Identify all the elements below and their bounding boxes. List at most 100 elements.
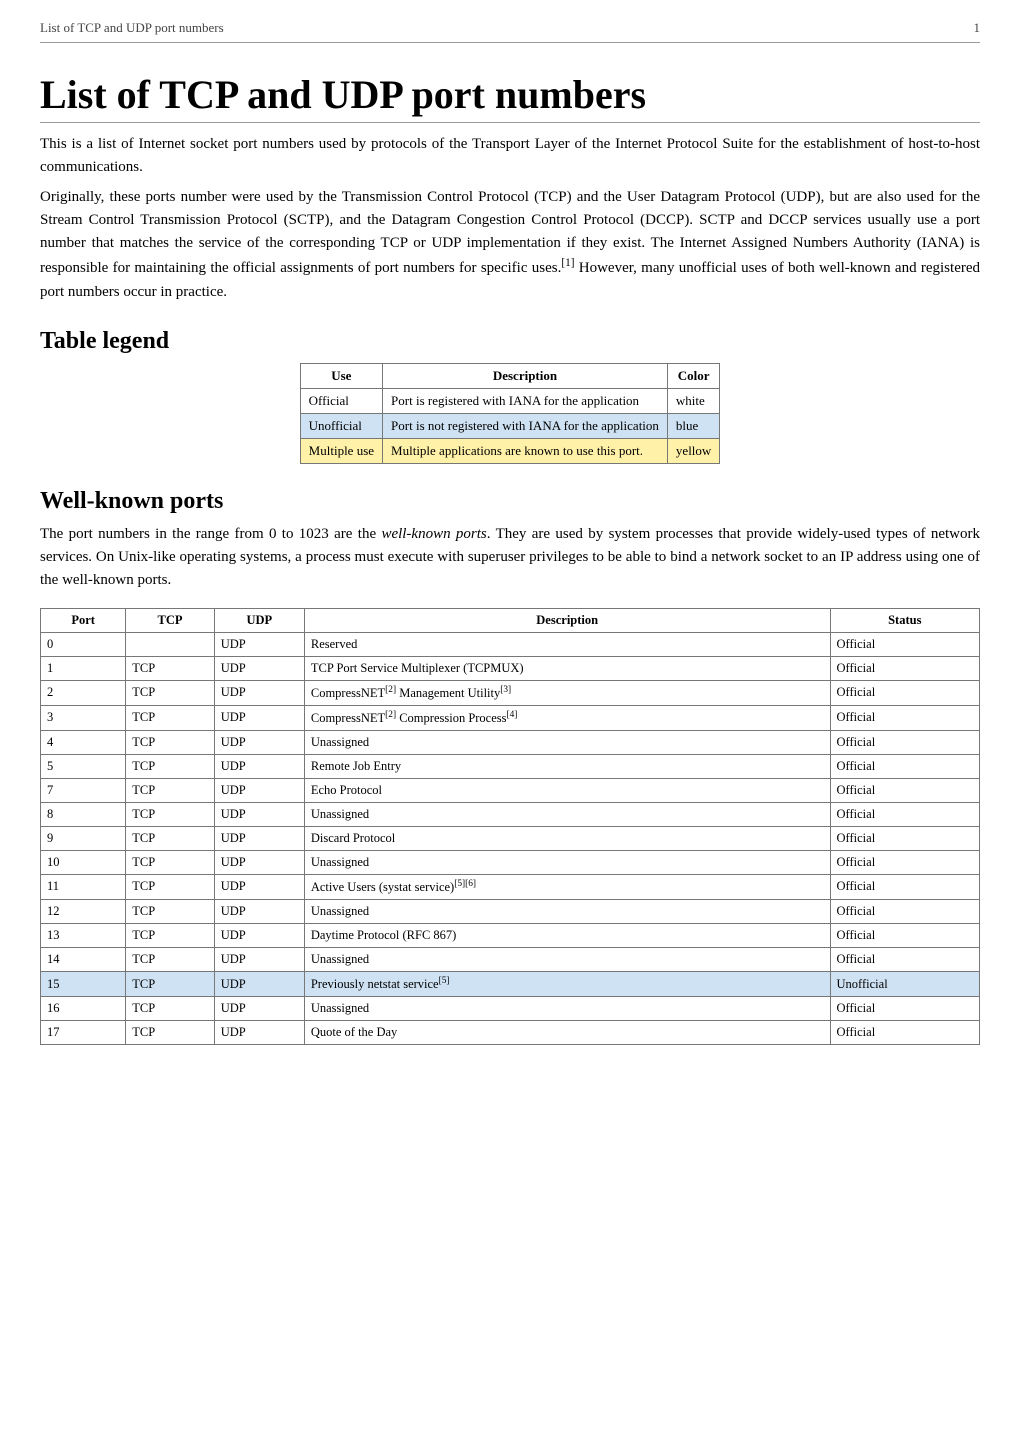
ports-row: 5TCPUDPRemote Job EntryOfficial: [41, 754, 980, 778]
wellknown-heading: Well-known ports: [40, 488, 980, 515]
ports-cell-udp: UDP: [214, 997, 304, 1021]
ports-cell-status: Official: [830, 826, 979, 850]
ports-cell-status: Official: [830, 680, 979, 705]
legend-table: Use Description Color OfficialPort is re…: [300, 363, 721, 464]
ports-cell-port: 3: [41, 705, 126, 730]
ports-cell-desc: CompressNET[2] Management Utility[3]: [304, 680, 830, 705]
ports-cell-status: Official: [830, 874, 979, 899]
ports-row: 0UDPReservedOfficial: [41, 632, 980, 656]
ports-cell-tcp: TCP: [126, 656, 214, 680]
ports-cell-desc: Remote Job Entry: [304, 754, 830, 778]
ports-cell-port: 2: [41, 680, 126, 705]
legend-row: UnofficialPort is not registered with IA…: [300, 413, 720, 438]
legend-cell-desc: Multiple applications are known to use t…: [383, 438, 668, 463]
intro-p2: Originally, these ports number were used…: [40, 186, 980, 304]
ports-row: 17TCPUDPQuote of the DayOfficial: [41, 1021, 980, 1045]
intro-p1: This is a list of Internet socket port n…: [40, 133, 980, 180]
ports-cell-desc: Reserved: [304, 632, 830, 656]
ports-cell-desc: Daytime Protocol (RFC 867): [304, 923, 830, 947]
ports-cell-desc: Echo Protocol: [304, 778, 830, 802]
citation: [2]: [385, 710, 396, 720]
ports-cell-tcp: TCP: [126, 850, 214, 874]
ports-row: 9TCPUDPDiscard ProtocolOfficial: [41, 826, 980, 850]
legend-cell-use: Official: [300, 388, 382, 413]
ports-cell-port: 14: [41, 947, 126, 971]
ports-cell-status: Unofficial: [830, 971, 979, 996]
legend-cell-use: Unofficial: [300, 413, 382, 438]
ports-cell-desc: Unassigned: [304, 730, 830, 754]
ports-row: 1TCPUDPTCP Port Service Multiplexer (TCP…: [41, 656, 980, 680]
legend-col-color: Color: [667, 363, 719, 388]
wellknown-text-a: The port numbers in the range from 0 to …: [40, 526, 381, 542]
citation: [3]: [500, 685, 511, 695]
ports-col-status: Status: [830, 608, 979, 632]
ports-row: 11TCPUDPActive Users (systat service)[5]…: [41, 874, 980, 899]
ports-col-udp: UDP: [214, 608, 304, 632]
citation: [5]: [439, 976, 450, 986]
ports-row: 10TCPUDPUnassignedOfficial: [41, 850, 980, 874]
ports-cell-desc: Unassigned: [304, 899, 830, 923]
ports-cell-status: Official: [830, 997, 979, 1021]
ports-row: 15TCPUDPPreviously netstat service[5]Uno…: [41, 971, 980, 996]
ports-cell-udp: UDP: [214, 947, 304, 971]
legend-cell-color: white: [667, 388, 719, 413]
ports-header-row: Port TCP UDP Description Status: [41, 608, 980, 632]
ports-cell-status: Official: [830, 730, 979, 754]
ports-cell-desc: Quote of the Day: [304, 1021, 830, 1045]
legend-cell-use: Multiple use: [300, 438, 382, 463]
ports-cell-port: 16: [41, 997, 126, 1021]
ports-cell-udp: UDP: [214, 826, 304, 850]
ports-cell-port: 15: [41, 971, 126, 996]
ports-cell-udp: UDP: [214, 899, 304, 923]
ports-row: 14TCPUDPUnassignedOfficial: [41, 947, 980, 971]
ports-cell-desc: CompressNET[2] Compression Process[4]: [304, 705, 830, 730]
ports-cell-tcp: TCP: [126, 947, 214, 971]
citation-1: [1]: [561, 257, 574, 269]
ports-cell-udp: UDP: [214, 971, 304, 996]
ports-row: 3TCPUDPCompressNET[2] Compression Proces…: [41, 705, 980, 730]
ports-cell-tcp: TCP: [126, 802, 214, 826]
legend-cell-desc: Port is not registered with IANA for the…: [383, 413, 668, 438]
ports-cell-udp: UDP: [214, 656, 304, 680]
ports-cell-udp: UDP: [214, 923, 304, 947]
ports-cell-port: 8: [41, 802, 126, 826]
ports-row: 4TCPUDPUnassignedOfficial: [41, 730, 980, 754]
ports-cell-desc: Unassigned: [304, 802, 830, 826]
ports-cell-tcp: TCP: [126, 680, 214, 705]
legend-col-desc: Description: [383, 363, 668, 388]
ports-cell-port: 10: [41, 850, 126, 874]
ports-cell-tcp: TCP: [126, 754, 214, 778]
ports-cell-port: 7: [41, 778, 126, 802]
ports-cell-tcp: TCP: [126, 1021, 214, 1045]
ports-cell-tcp: TCP: [126, 997, 214, 1021]
ports-cell-port: 12: [41, 899, 126, 923]
ports-cell-udp: UDP: [214, 730, 304, 754]
ports-cell-desc: Unassigned: [304, 997, 830, 1021]
ports-cell-status: Official: [830, 899, 979, 923]
page-number: 1: [974, 20, 981, 36]
ports-cell-tcp: TCP: [126, 730, 214, 754]
ports-cell-status: Official: [830, 923, 979, 947]
ports-cell-desc: Discard Protocol: [304, 826, 830, 850]
ports-cell-tcp: TCP: [126, 874, 214, 899]
wellknown-text: The port numbers in the range from 0 to …: [40, 523, 980, 593]
ports-cell-status: Official: [830, 850, 979, 874]
ports-cell-desc: Unassigned: [304, 850, 830, 874]
ports-cell-status: Official: [830, 656, 979, 680]
legend-header-row: Use Description Color: [300, 363, 720, 388]
ports-cell-tcp: TCP: [126, 778, 214, 802]
header-title: List of TCP and UDP port numbers: [40, 20, 224, 36]
ports-cell-udp: UDP: [214, 778, 304, 802]
ports-cell-status: Official: [830, 778, 979, 802]
ports-row: 2TCPUDPCompressNET[2] Management Utility…: [41, 680, 980, 705]
legend-heading: Table legend: [40, 328, 980, 355]
wellknown-text-italic: well-known ports: [381, 526, 486, 542]
ports-cell-status: Official: [830, 632, 979, 656]
ports-cell-desc: Unassigned: [304, 947, 830, 971]
ports-cell-tcp: TCP: [126, 899, 214, 923]
citation: [5][6]: [454, 879, 476, 889]
ports-cell-tcp: TCP: [126, 705, 214, 730]
ports-cell-desc: Active Users (systat service)[5][6]: [304, 874, 830, 899]
ports-cell-udp: UDP: [214, 754, 304, 778]
ports-cell-port: 1: [41, 656, 126, 680]
